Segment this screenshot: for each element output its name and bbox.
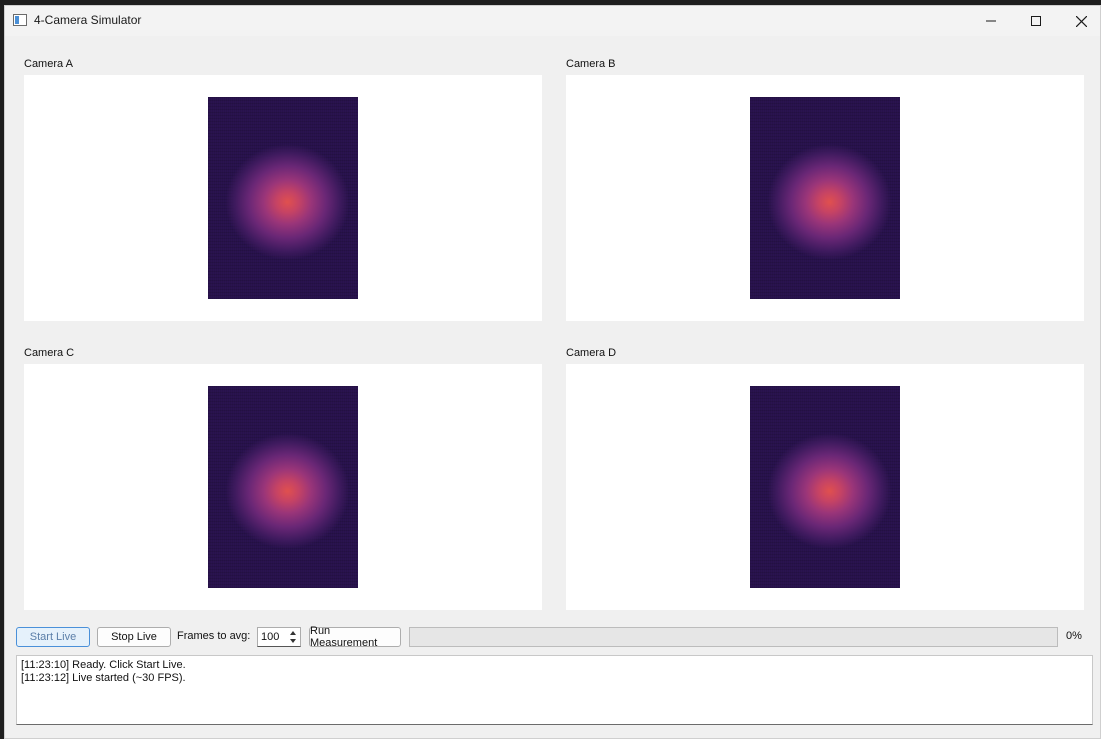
- stop-live-button[interactable]: Stop Live: [97, 627, 171, 647]
- progress-percent-label: 0%: [1066, 630, 1082, 642]
- frames-to-avg-value: 100: [261, 631, 280, 643]
- camera-b-view: [566, 75, 1084, 321]
- maximize-icon: [1031, 16, 1041, 26]
- minimize-button[interactable]: [968, 6, 1014, 36]
- run-measurement-button[interactable]: Run Measurement: [309, 625, 401, 649]
- camera-b-label: Camera B: [566, 58, 616, 70]
- camera-a-label: Camera A: [24, 58, 73, 70]
- spin-up-icon[interactable]: [290, 631, 296, 635]
- camera-c-label: Camera C: [24, 347, 75, 359]
- spin-down-icon[interactable]: [290, 639, 296, 643]
- log-line: [11:23:10] Ready. Click Start Live.: [21, 659, 186, 671]
- app-window-icon: [13, 14, 27, 26]
- camera-d-view: [566, 364, 1084, 610]
- app-window: 4-Camera Simulator Camera A Camera B Cam…: [4, 5, 1101, 739]
- camera-a-view: [24, 75, 542, 321]
- measurement-progress-bar: [409, 627, 1058, 647]
- title-bar: 4-Camera Simulator: [5, 6, 1100, 36]
- camera-c-image: [208, 386, 358, 588]
- log-line: [11:23:12] Live started (~30 FPS).: [21, 672, 186, 684]
- close-button[interactable]: [1058, 6, 1100, 36]
- close-icon: [1075, 15, 1087, 27]
- frames-to-avg-label: Frames to avg:: [177, 630, 251, 642]
- log-output[interactable]: [11:23:10] Ready. Click Start Live. [11:…: [16, 655, 1093, 725]
- minimize-icon: [986, 20, 996, 22]
- camera-a-image: [208, 97, 358, 299]
- frames-to-avg-spinbox[interactable]: 100: [257, 627, 301, 647]
- start-live-button[interactable]: Start Live: [16, 627, 90, 647]
- maximize-button[interactable]: [1013, 6, 1059, 36]
- spin-arrows[interactable]: [288, 629, 298, 645]
- window-title: 4-Camera Simulator: [34, 13, 142, 27]
- camera-d-image: [750, 386, 900, 588]
- camera-c-view: [24, 364, 542, 610]
- camera-b-image: [750, 97, 900, 299]
- camera-d-label: Camera D: [566, 347, 617, 359]
